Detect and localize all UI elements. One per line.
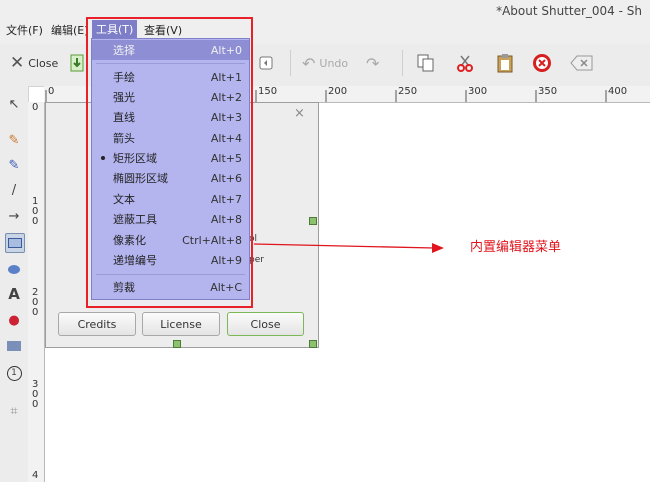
annotation-arrow-icon xyxy=(253,243,444,253)
ruler-top-label: 150 xyxy=(258,86,278,97)
clear-button[interactable] xyxy=(570,52,594,74)
export-button[interactable] xyxy=(69,52,85,74)
toolbar-separator xyxy=(402,50,403,76)
close-button-label: Close xyxy=(28,56,59,70)
crop-icon: ⌗ xyxy=(10,403,18,419)
ruler-left-label: 0 xyxy=(32,216,39,227)
line-icon: / xyxy=(11,182,17,198)
delete-button[interactable] xyxy=(532,52,552,74)
resize-handle[interactable] xyxy=(309,217,317,225)
resize-handle[interactable] xyxy=(173,340,181,348)
ruler-top-label: 0 xyxy=(48,86,55,97)
ruler-left-label: 0 xyxy=(32,307,39,318)
pencil-icon: ✎ xyxy=(8,132,20,148)
redo-icon: ↷ xyxy=(366,53,380,73)
ruler-left-label: 0 xyxy=(32,399,39,410)
ellipse-icon xyxy=(8,264,20,274)
annotation-label: 内置编辑器菜单 xyxy=(470,240,562,255)
line-tool[interactable]: / xyxy=(5,181,23,199)
close-button[interactable]: ✕ Close xyxy=(10,52,58,74)
credits-button[interactable]: Credits xyxy=(58,312,136,336)
number-tool[interactable]: 1 xyxy=(5,364,23,382)
dialog-close-button[interactable]: Close xyxy=(227,312,304,336)
pixelize-tool[interactable] xyxy=(5,337,23,355)
menu-highlight-box xyxy=(86,17,253,308)
freehand-tool[interactable]: ✎ xyxy=(5,131,23,149)
undo-icon: ↶ xyxy=(302,53,316,73)
pointer-tool[interactable]: ↖ xyxy=(5,95,23,113)
resize-handle[interactable] xyxy=(309,340,317,348)
cursor-icon: ↖ xyxy=(8,96,20,112)
text-a-icon: A xyxy=(8,285,20,303)
ruler-top-label: 300 xyxy=(468,86,488,97)
cut-button[interactable] xyxy=(456,52,474,74)
close-x-icon: ✕ xyxy=(10,53,25,73)
ellipse-tool[interactable] xyxy=(5,260,23,278)
backspace-icon xyxy=(570,55,593,71)
ruler-top-label: 250 xyxy=(398,86,418,97)
highlight-tool[interactable]: ✎ xyxy=(5,156,23,174)
ruler-left-label: 0 xyxy=(32,102,39,113)
window-title: *About Shutter_004 - Sh xyxy=(496,4,642,18)
undo-button[interactable]: ↶ Undo xyxy=(302,52,348,74)
rectangle-icon xyxy=(8,238,22,248)
dialog-close-icon[interactable]: × xyxy=(294,106,305,121)
arrow-tool[interactable]: → xyxy=(5,207,23,225)
export-icon xyxy=(70,54,84,72)
toolbar-separator xyxy=(290,50,291,76)
highlighter-icon: ✎ xyxy=(8,157,20,173)
ruler-left-label: 4 xyxy=(32,470,39,481)
rectangle-tool[interactable] xyxy=(5,233,25,253)
copy-icon xyxy=(417,54,434,72)
delete-circle-icon xyxy=(533,54,551,72)
paste-button[interactable] xyxy=(496,52,514,74)
crop-tool[interactable]: ⌗ xyxy=(5,402,23,420)
layer-icon xyxy=(259,56,273,70)
scissors-icon xyxy=(457,55,473,72)
menu-file[interactable]: 文件(F) xyxy=(6,22,43,38)
censor-icon: ● xyxy=(8,312,20,328)
crop-tool-button[interactable] xyxy=(258,52,274,74)
copy-button[interactable] xyxy=(417,52,435,74)
clipboard-icon xyxy=(497,54,513,73)
ruler-top-label: 350 xyxy=(538,86,558,97)
license-button[interactable]: License xyxy=(142,312,220,336)
menu-edit[interactable]: 编辑(E) xyxy=(51,22,89,38)
undo-button-label: Undo xyxy=(319,56,349,70)
censor-tool[interactable]: ● xyxy=(5,311,23,329)
arrow-icon: → xyxy=(8,208,20,224)
pixelize-icon xyxy=(7,341,21,351)
redo-button[interactable]: ↷ xyxy=(366,52,379,74)
text-tool[interactable]: A xyxy=(5,285,23,303)
ruler-top-label: 400 xyxy=(608,86,628,97)
number-circle-icon: 1 xyxy=(6,365,22,381)
ruler-top-label: 200 xyxy=(328,86,348,97)
palette-separator xyxy=(5,112,23,116)
